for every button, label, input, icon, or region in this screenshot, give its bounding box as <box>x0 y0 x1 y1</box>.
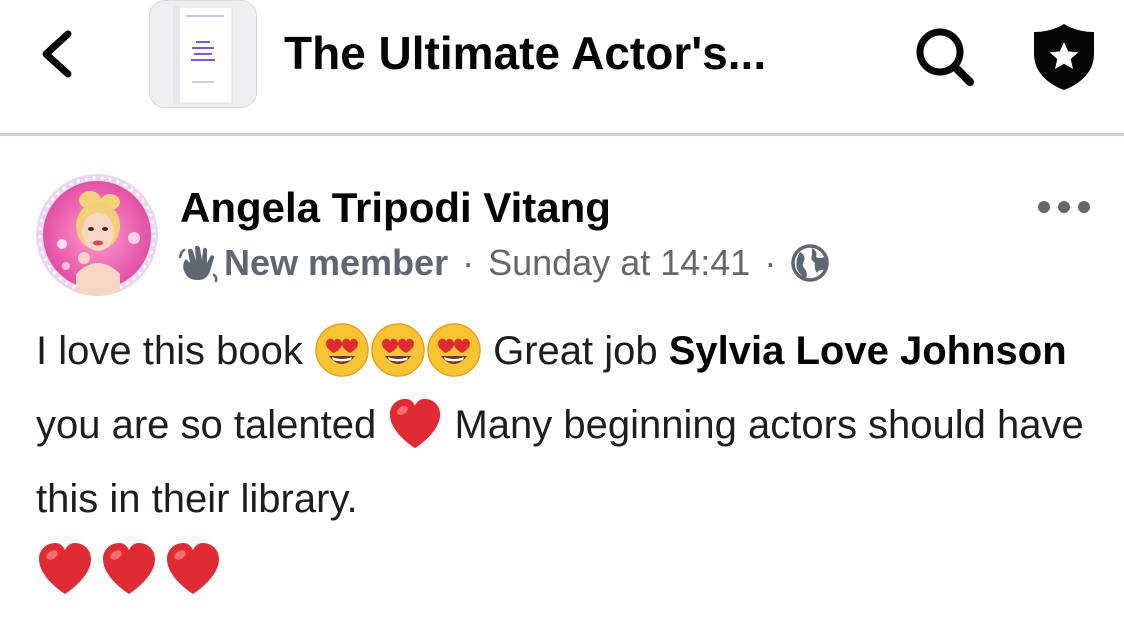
red-heart-emoji <box>387 396 443 452</box>
author-avatar[interactable] <box>36 174 158 296</box>
shield-star-icon <box>1034 24 1094 90</box>
admin-tools-button[interactable] <box>1030 20 1098 92</box>
red-heart-emoji <box>100 540 158 598</box>
more-horizontal-icon <box>1038 201 1090 213</box>
author-name[interactable]: Angela Tripodi Vitang <box>180 182 611 234</box>
search-button[interactable] <box>912 24 976 88</box>
meta-separator: · <box>764 242 777 283</box>
post: Angela Tripodi Vitang New member · Sunda… <box>0 136 1124 640</box>
post-meta: New member · Sunday at 14:41 · <box>178 238 830 288</box>
waving-hand-icon <box>178 243 220 283</box>
post-text-segment: Great job <box>493 329 658 373</box>
mention-link[interactable]: Sylvia Love Johnson <box>669 329 1067 373</box>
more-options-button[interactable] <box>1036 194 1092 220</box>
post-text-segment: I love this book <box>36 329 303 373</box>
heart-eyes-emoji <box>426 322 482 378</box>
group-thumbnail[interactable] <box>149 0 257 108</box>
post-text-segment: you are so talented <box>36 403 377 447</box>
trailing-hearts <box>36 540 222 600</box>
post-body: I love this book Great job Sylvia Love J… <box>36 314 1106 536</box>
search-icon <box>916 28 974 86</box>
book-cover-image <box>150 1 256 107</box>
post-timestamp[interactable]: Sunday at 14:41 <box>488 242 750 284</box>
chevron-left-icon <box>42 30 72 78</box>
red-heart-emoji <box>164 540 222 598</box>
member-badge[interactable]: New member <box>224 242 448 284</box>
back-button[interactable] <box>34 26 84 82</box>
heart-eyes-emoji <box>314 322 370 378</box>
heart-eyes-emoji <box>370 322 426 378</box>
group-header: The Ultimate Actor's... <box>0 0 1124 133</box>
profile-photo <box>36 174 158 296</box>
globe-icon[interactable] <box>790 243 830 283</box>
meta-separator: · <box>462 242 475 283</box>
red-heart-emoji <box>36 540 94 598</box>
group-title[interactable]: The Ultimate Actor's... <box>284 22 766 84</box>
